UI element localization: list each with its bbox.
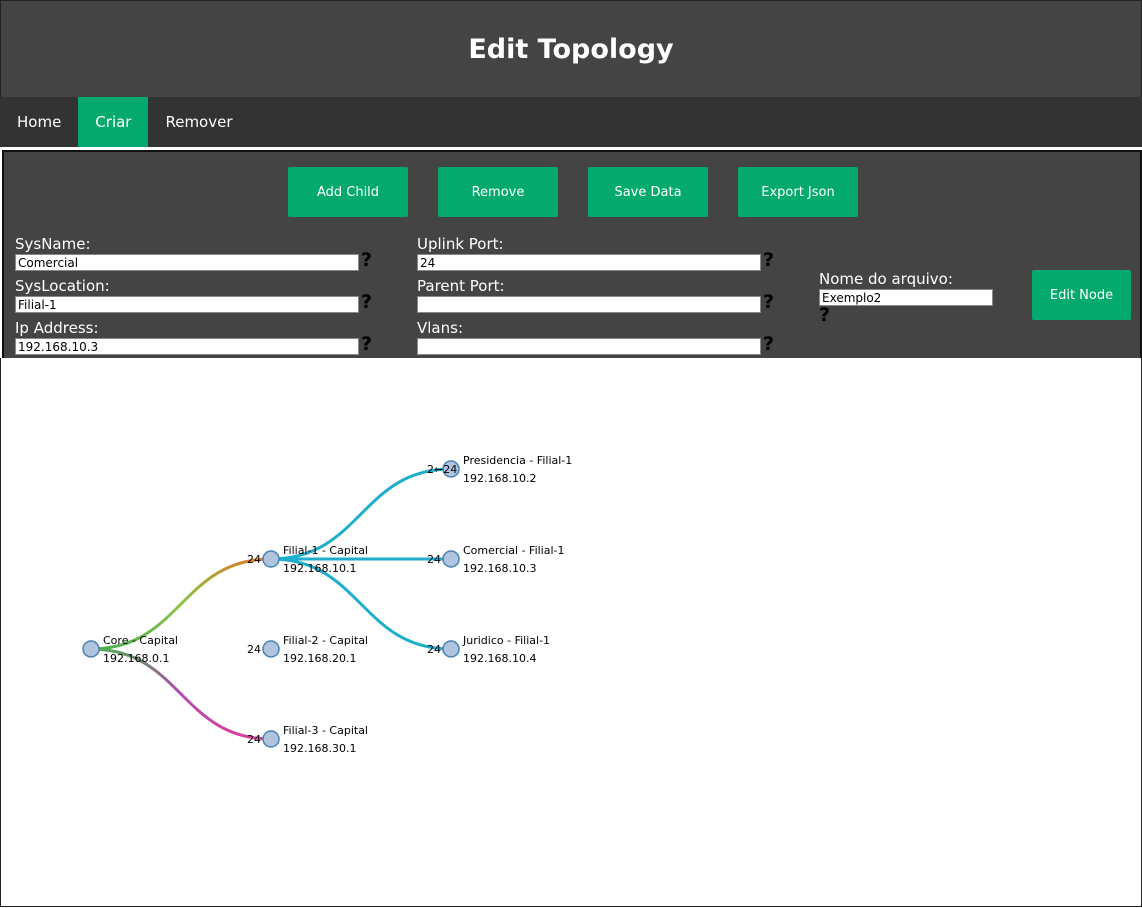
- save-data-button[interactable]: Save Data: [588, 167, 708, 217]
- edit-node-button[interactable]: Edit Node: [1032, 270, 1131, 320]
- ip-address-label: Ip Address:: [15, 319, 99, 337]
- nav-item-remover[interactable]: Remover: [148, 97, 249, 147]
- syslocation-input[interactable]: [15, 296, 359, 313]
- node-filial-3-ip: 192.168.30.1: [283, 742, 356, 755]
- ip-address-input[interactable]: [15, 338, 359, 355]
- node-juridico-name: Juridico - Filial-1: [462, 634, 550, 647]
- uplink-port-input[interactable]: [417, 254, 761, 271]
- vlans-help-icon[interactable]: ?: [763, 333, 774, 355]
- uplink-port-label: Uplink Port:: [417, 235, 504, 253]
- ip-address-help-icon[interactable]: ?: [361, 333, 372, 355]
- topology-graph[interactable]: Core - Capital 192.168.0.1 24 Filial-1 -…: [1, 358, 1141, 906]
- remove-button[interactable]: Remove: [438, 167, 558, 217]
- parent-port-help-icon[interactable]: ?: [763, 291, 774, 313]
- parent-port-input[interactable]: [417, 296, 761, 313]
- edit-panel: Add Child Remove Save Data Export Json S…: [2, 150, 1142, 360]
- syslocation-help-icon[interactable]: ?: [361, 291, 372, 313]
- nav-item-criar[interactable]: Criar: [78, 97, 149, 147]
- node-filial-3-port: 24: [247, 733, 261, 746]
- node-filial-1-ip: 192.168.10.1: [283, 562, 356, 575]
- node-filial-1-port: 24: [247, 553, 261, 566]
- node-filial-1[interactable]: [262, 550, 280, 568]
- page-title: Edit Topology: [468, 33, 674, 65]
- vlans-input[interactable]: [417, 338, 761, 355]
- sysname-input[interactable]: [15, 254, 359, 271]
- vlans-label: Vlans:: [417, 319, 463, 337]
- node-juridico[interactable]: [442, 640, 460, 658]
- nav-bar: Home Criar Remover: [0, 97, 1142, 147]
- node-juridico-port: 24: [427, 643, 441, 656]
- sysname-help-icon[interactable]: ?: [361, 249, 372, 271]
- node-presidencia-port: 2←24: [427, 463, 457, 476]
- node-comercial-port: 24: [427, 553, 441, 566]
- node-filial-2[interactable]: [262, 640, 280, 658]
- export-json-button[interactable]: Export Json: [738, 167, 858, 217]
- uplink-port-help-icon[interactable]: ?: [763, 249, 774, 271]
- node-filial-2-name: Filial-2 - Capital: [283, 634, 368, 647]
- node-core[interactable]: [82, 640, 100, 658]
- node-comercial-ip: 192.168.10.3: [463, 562, 536, 575]
- node-filial-2-ip: 192.168.20.1: [283, 652, 356, 665]
- app-header: Edit Topology: [0, 0, 1142, 97]
- filename-help-icon[interactable]: ?: [819, 304, 830, 326]
- filename-input[interactable]: [819, 289, 993, 306]
- filename-label: Nome do arquivo:: [819, 270, 953, 288]
- node-filial-2-port: 24: [247, 643, 261, 656]
- node-juridico-ip: 192.168.10.4: [463, 652, 536, 665]
- parent-port-label: Parent Port:: [417, 277, 505, 295]
- node-filial-3-name: Filial-3 - Capital: [283, 724, 368, 737]
- node-comercial-name: Comercial - Filial-1: [463, 544, 565, 557]
- node-filial-3[interactable]: [262, 730, 280, 748]
- topology-canvas[interactable]: Core - Capital 192.168.0.1 24 Filial-1 -…: [0, 358, 1142, 907]
- syslocation-label: SysLocation:: [15, 277, 110, 295]
- node-presidencia-name: Presidencia - Filial-1: [463, 454, 572, 467]
- add-child-button[interactable]: Add Child: [288, 167, 408, 217]
- node-filial-1-name: Filial-1 - Capital: [283, 544, 368, 557]
- node-comercial[interactable]: [442, 550, 460, 568]
- sysname-label: SysName:: [15, 235, 91, 253]
- node-core-ip: 192.168.0.1: [103, 652, 169, 665]
- node-presidencia-ip: 192.168.10.2: [463, 472, 536, 485]
- node-core-name: Core - Capital: [103, 634, 178, 647]
- nav-item-home[interactable]: Home: [0, 97, 78, 147]
